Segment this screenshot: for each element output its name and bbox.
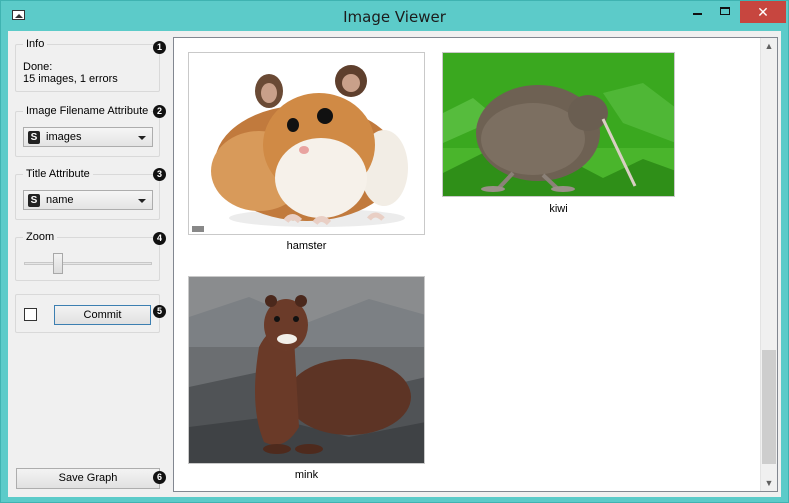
callout-badge-3: 3 xyxy=(153,168,166,181)
image-thumbnail-kiwi[interactable] xyxy=(442,52,675,197)
filename-attribute-title: Image Filename Attribute xyxy=(23,105,152,117)
title-attribute-select[interactable]: S name xyxy=(23,190,153,210)
zoom-title: Zoom xyxy=(23,231,58,243)
title-attribute-title: Title Attribute xyxy=(23,168,93,180)
kiwi-image xyxy=(443,53,674,196)
scroll-down-icon[interactable]: ▼ xyxy=(761,475,777,491)
maximize-icon xyxy=(720,7,730,15)
zoom-box: Zoom xyxy=(15,231,160,281)
title-attribute-box: Title Attribute S name xyxy=(15,168,160,220)
image-thumbnail-hamster[interactable] xyxy=(188,52,425,235)
filename-attribute-select[interactable]: S images xyxy=(23,127,153,147)
scrollbar-thumb[interactable] xyxy=(762,350,776,464)
app-window: Image Viewer ✕ Info Done: 15 images, 1 e… xyxy=(0,0,789,503)
callout-badge-6: 6 xyxy=(153,471,166,484)
info-line-1: Done: xyxy=(23,61,53,73)
image-grid: hamster kiwi mink ▲ ▼ xyxy=(173,37,778,492)
image-caption: kiwi xyxy=(549,203,568,215)
chevron-down-icon xyxy=(138,199,146,203)
info-status: Done: 15 images, 1 errors xyxy=(23,61,118,85)
image-caption: hamster xyxy=(286,240,327,252)
control-panel: Info Done: 15 images, 1 errors 1 Image F… xyxy=(8,31,168,497)
info-title: Info xyxy=(23,38,48,50)
client-area: Info Done: 15 images, 1 errors 1 Image F… xyxy=(8,31,781,497)
string-type-icon: S xyxy=(28,131,40,144)
window-title: Image Viewer xyxy=(343,8,446,26)
zoom-slider-track[interactable] xyxy=(24,262,152,265)
maximize-button[interactable] xyxy=(711,1,739,23)
info-line-2: 15 images, 1 errors xyxy=(23,73,118,85)
auto-commit-checkbox[interactable] xyxy=(24,308,37,321)
string-type-icon: S xyxy=(28,194,40,207)
scroll-up-icon[interactable]: ▲ xyxy=(761,38,777,54)
title-attribute-value: name xyxy=(46,194,74,206)
filename-attribute-box: Image Filename Attribute S images xyxy=(15,105,160,157)
title-bar: Image Viewer ✕ xyxy=(1,1,788,31)
save-graph-button[interactable]: Save Graph xyxy=(16,468,160,489)
commit-box: Commit xyxy=(15,294,160,333)
vertical-scrollbar[interactable]: ▲ ▼ xyxy=(760,38,777,491)
commit-button[interactable]: Commit xyxy=(54,305,151,325)
info-box: Info Done: 15 images, 1 errors xyxy=(15,38,160,92)
image-thumbnail-mink[interactable] xyxy=(188,276,425,464)
callout-badge-5: 5 xyxy=(153,305,166,318)
zoom-slider-handle[interactable] xyxy=(53,253,63,274)
minimize-button[interactable] xyxy=(683,1,711,23)
chevron-down-icon xyxy=(138,136,146,140)
callout-badge-2: 2 xyxy=(153,105,166,118)
close-button[interactable]: ✕ xyxy=(740,1,786,23)
minimize-icon xyxy=(692,13,702,15)
filename-attribute-value: images xyxy=(46,131,82,143)
mink-image xyxy=(189,277,424,463)
hamster-image xyxy=(189,53,424,234)
image-caption: mink xyxy=(294,469,319,481)
callout-badge-4: 4 xyxy=(153,232,166,245)
callout-badge-1: 1 xyxy=(153,41,166,54)
